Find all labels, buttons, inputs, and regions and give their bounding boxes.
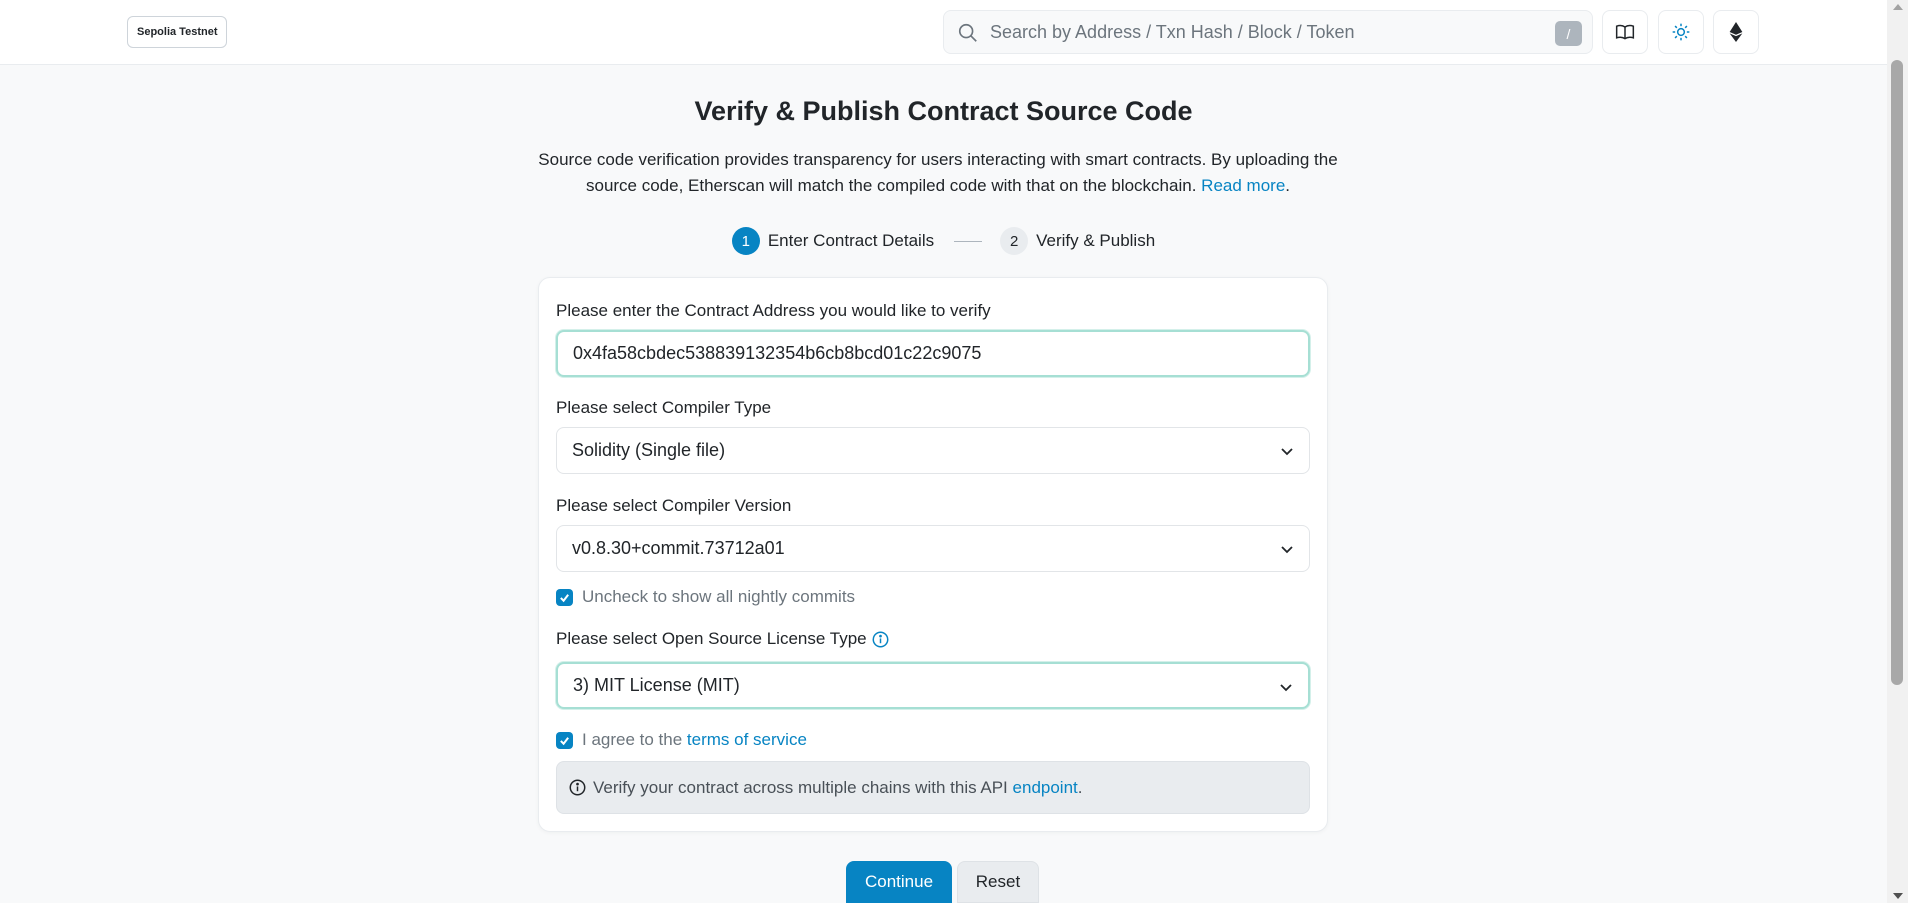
scrollbar-thumb[interactable] bbox=[1891, 60, 1903, 685]
chevron-down-icon bbox=[1281, 546, 1293, 554]
license-type-value: 3) MIT License (MIT) bbox=[573, 675, 740, 695]
continue-button[interactable]: Continue bbox=[846, 861, 952, 903]
step-2-label: Verify & Publish bbox=[1036, 231, 1156, 250]
checkmark-icon bbox=[560, 594, 569, 603]
compiler-version-label: Please select Compiler Version bbox=[556, 496, 792, 515]
network-badge[interactable]: Sepolia Testnet bbox=[127, 16, 228, 48]
chevron-down-icon bbox=[1280, 684, 1292, 692]
chevron-down-icon bbox=[1281, 448, 1293, 456]
terms-agree-prefix: I agree to the bbox=[582, 730, 683, 749]
api-info-text: Verify your contract across multiple cha… bbox=[593, 777, 1008, 797]
api-info-period: . bbox=[1077, 777, 1083, 797]
compiler-version-select[interactable]: v0.8.30+commit.73712a01 bbox=[556, 525, 1310, 572]
license-type-select[interactable]: 3) MIT License (MIT) bbox=[556, 662, 1310, 709]
sun-icon bbox=[1672, 23, 1690, 41]
terms-of-service-link[interactable]: terms of service bbox=[687, 730, 807, 749]
scroll-up-arrow[interactable] bbox=[1893, 4, 1903, 10]
terms-agree-checkbox[interactable] bbox=[556, 732, 573, 749]
api-info-alert: Verify your contract across multiple cha… bbox=[556, 761, 1310, 814]
license-type-label-text: Please select Open Source License Type bbox=[556, 629, 867, 648]
step-1: 1 Enter Contract Details bbox=[731, 227, 935, 255]
search-icon bbox=[958, 23, 977, 42]
nightly-commits-checkbox[interactable] bbox=[556, 589, 573, 606]
intro-text: Source code verification provides transp… bbox=[538, 147, 1338, 199]
search-shortcut-key: / bbox=[1555, 21, 1582, 46]
search-bar[interactable]: / bbox=[943, 10, 1593, 54]
step-2: 2 Verify & Publish bbox=[1000, 227, 1155, 255]
book-icon bbox=[1615, 24, 1635, 40]
scroll-down-arrow[interactable] bbox=[1893, 893, 1903, 899]
step-1-number: 1 bbox=[731, 227, 760, 255]
intro-period: . bbox=[1285, 176, 1291, 195]
info-circle-icon bbox=[569, 779, 586, 796]
step-indicator: 1 Enter Contract Details 2 Verify & Publ… bbox=[0, 227, 1887, 255]
theme-toggle-button[interactable] bbox=[1658, 10, 1704, 54]
terms-agree-label: I agree to the terms of service bbox=[582, 730, 807, 750]
compiler-type-value: Solidity (Single file) bbox=[572, 440, 726, 460]
step-1-label: Enter Contract Details bbox=[767, 231, 935, 250]
contract-address-input[interactable]: 0x4fa58cbdec538839132354b6cb8bcd01c22c90… bbox=[556, 330, 1310, 377]
compiler-type-label: Please select Compiler Type bbox=[556, 398, 772, 417]
checkmark-icon bbox=[560, 737, 569, 746]
top-navbar: Sepolia Testnet / bbox=[0, 0, 1887, 65]
compiler-type-select[interactable]: Solidity (Single file) bbox=[556, 427, 1310, 474]
step-2-number: 2 bbox=[1000, 227, 1029, 255]
page-title: Verify & Publish Contract Source Code bbox=[694, 96, 1193, 126]
contract-address-label: Please enter the Contract Address you wo… bbox=[556, 301, 991, 320]
step-connector bbox=[954, 240, 983, 242]
ethereum-icon bbox=[1729, 22, 1743, 42]
compiler-version-value: v0.8.30+commit.73712a01 bbox=[572, 538, 785, 558]
license-type-label: Please select Open Source License Type bbox=[556, 629, 889, 649]
info-circle-icon[interactable] bbox=[872, 631, 889, 648]
page-scrollbar[interactable] bbox=[1887, 0, 1908, 903]
docs-button[interactable] bbox=[1602, 10, 1648, 54]
search-input[interactable] bbox=[990, 11, 1530, 53]
network-switch-button[interactable] bbox=[1713, 10, 1759, 54]
contract-details-card: Please enter the Contract Address you wo… bbox=[538, 277, 1328, 832]
nightly-commits-label: Uncheck to show all nightly commits bbox=[582, 587, 856, 606]
reset-button[interactable]: Reset bbox=[957, 861, 1039, 903]
api-endpoint-link[interactable]: endpoint bbox=[1013, 778, 1078, 798]
read-more-link[interactable]: Read more bbox=[1201, 176, 1285, 195]
